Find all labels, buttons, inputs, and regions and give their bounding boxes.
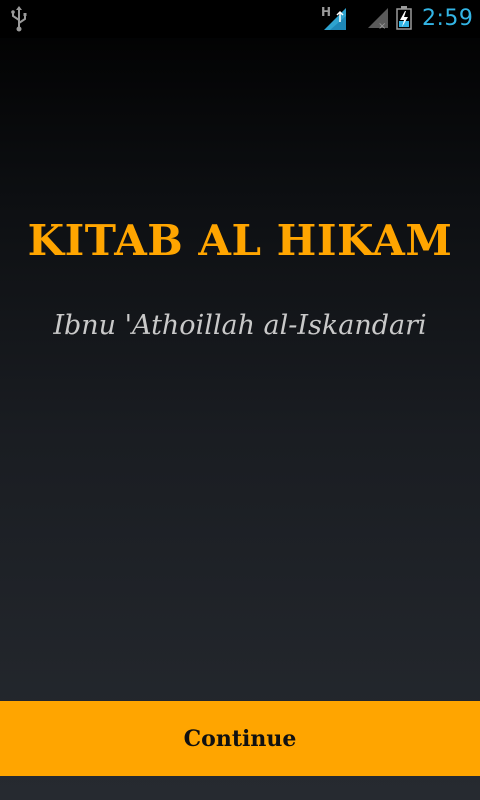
usb-icon [8,6,30,32]
splash-screen: H × 2:59 KITAB AL HIKAM Ibnu 'Athoillah … [0,0,480,800]
status-bar: H × 2:59 [0,0,480,38]
mobile-signal-icon: H [320,4,350,32]
network-type-label: H [321,5,331,19]
svg-text:×: × [378,21,386,30]
status-time: 2:59 [422,6,474,31]
author-subtitle: Ibnu 'Athoillah al-Iskandari [53,310,427,341]
battery-charging-icon [396,6,412,30]
continue-label: Continue [183,725,297,752]
app-title: KITAB AL HIKAM [27,216,453,265]
wifi-no-connection-icon: × [366,6,390,32]
continue-button[interactable]: Continue [0,701,480,776]
